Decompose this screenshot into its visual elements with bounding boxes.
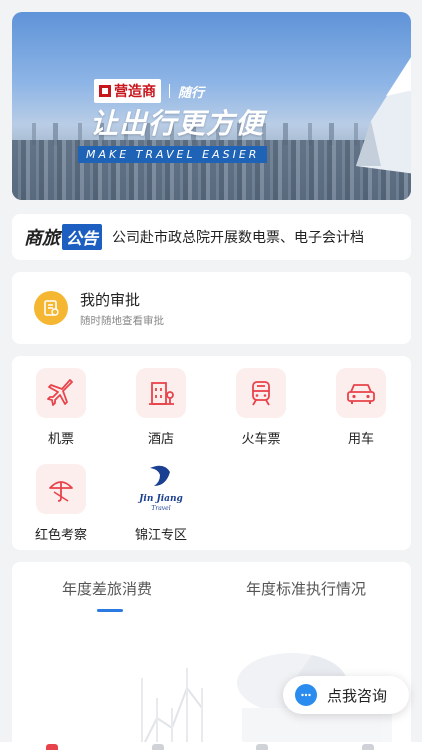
service-flight[interactable]: 机票 xyxy=(16,368,106,447)
train-icon xyxy=(236,368,286,418)
consult-button[interactable]: 点我咨询 xyxy=(283,676,409,714)
service-label: 酒店 xyxy=(147,432,174,447)
jinjiang-logo-text: Jin Jiang xyxy=(137,494,183,504)
tab-profile-icon[interactable] xyxy=(362,744,374,750)
approval-title: 我的审批 xyxy=(80,290,141,309)
consult-label: 点我咨询 xyxy=(327,686,388,705)
banner-brand: 营造商 随行 xyxy=(94,79,204,103)
banner-slogan-en: MAKE TRAVEL EASIER xyxy=(78,146,268,163)
umbrella-icon xyxy=(36,464,86,514)
notice-tag: 商旅 xyxy=(24,228,60,249)
jinjiang-logo: Jin Jiang Travel xyxy=(136,464,186,514)
services-grid: 机票 酒店 火车票 用车 红色考察 Jin Jiang Travel 锦江专区 xyxy=(12,356,411,550)
service-red-tour[interactable]: 红色考察 xyxy=(16,464,106,543)
car-icon xyxy=(336,368,386,418)
service-label: 火车票 xyxy=(241,432,281,447)
tab-home-icon[interactable] xyxy=(46,744,58,750)
approval-subtitle: 随时随地查看审批 xyxy=(80,314,164,327)
service-label: 锦江专区 xyxy=(134,528,187,543)
hotel-icon xyxy=(136,368,186,418)
tab-trips-icon[interactable] xyxy=(152,744,164,750)
approval-card[interactable]: 我的审批 随时随地查看审批 xyxy=(12,272,411,344)
tab-annual-travel-spend[interactable]: 年度差旅消费 xyxy=(62,578,152,599)
service-label: 用车 xyxy=(347,432,374,447)
service-label: 机票 xyxy=(47,432,74,447)
airplane-wing-image xyxy=(356,57,411,174)
brand-name: 营造商 xyxy=(114,84,156,100)
brand-divider xyxy=(169,84,170,98)
service-hotel[interactable]: 酒店 xyxy=(116,368,206,447)
brand-mark-icon xyxy=(99,85,111,97)
service-jinjiang[interactable]: Jin Jiang Travel 锦江专区 xyxy=(116,464,206,543)
active-tab-indicator xyxy=(97,609,123,612)
stats-card: 年度差旅消费 年度标准执行情况 xyxy=(12,562,411,750)
promo-banner[interactable]: 营造商 随行 让出行更方便 MAKE TRAVEL EASIER xyxy=(12,12,411,200)
notice-bar[interactable]: 商旅 公告 公司赴市政总院开展数电票、电子会计档 xyxy=(12,214,411,260)
notice-tag-badge: 公告 xyxy=(62,224,103,250)
brand-partner: 随行 xyxy=(178,85,205,101)
service-label: 红色考察 xyxy=(34,528,87,543)
jinjiang-logo-sub: Travel xyxy=(151,505,170,512)
approval-document-icon xyxy=(34,291,68,325)
service-car[interactable]: 用车 xyxy=(316,368,406,447)
tab-annual-standard-compliance[interactable]: 年度标准执行情况 xyxy=(246,578,366,599)
banner-slogan: 让出行更方便 xyxy=(90,107,265,140)
brand-logo: 营造商 xyxy=(94,79,161,103)
notice-text[interactable]: 公司赴市政总院开展数电票、电子会计档 xyxy=(112,227,387,247)
chat-bubble-icon xyxy=(295,684,317,706)
bottom-tab-bar xyxy=(0,742,422,750)
airplane-icon xyxy=(36,368,86,418)
service-train[interactable]: 火车票 xyxy=(216,368,306,447)
tab-orders-icon[interactable] xyxy=(256,744,268,750)
